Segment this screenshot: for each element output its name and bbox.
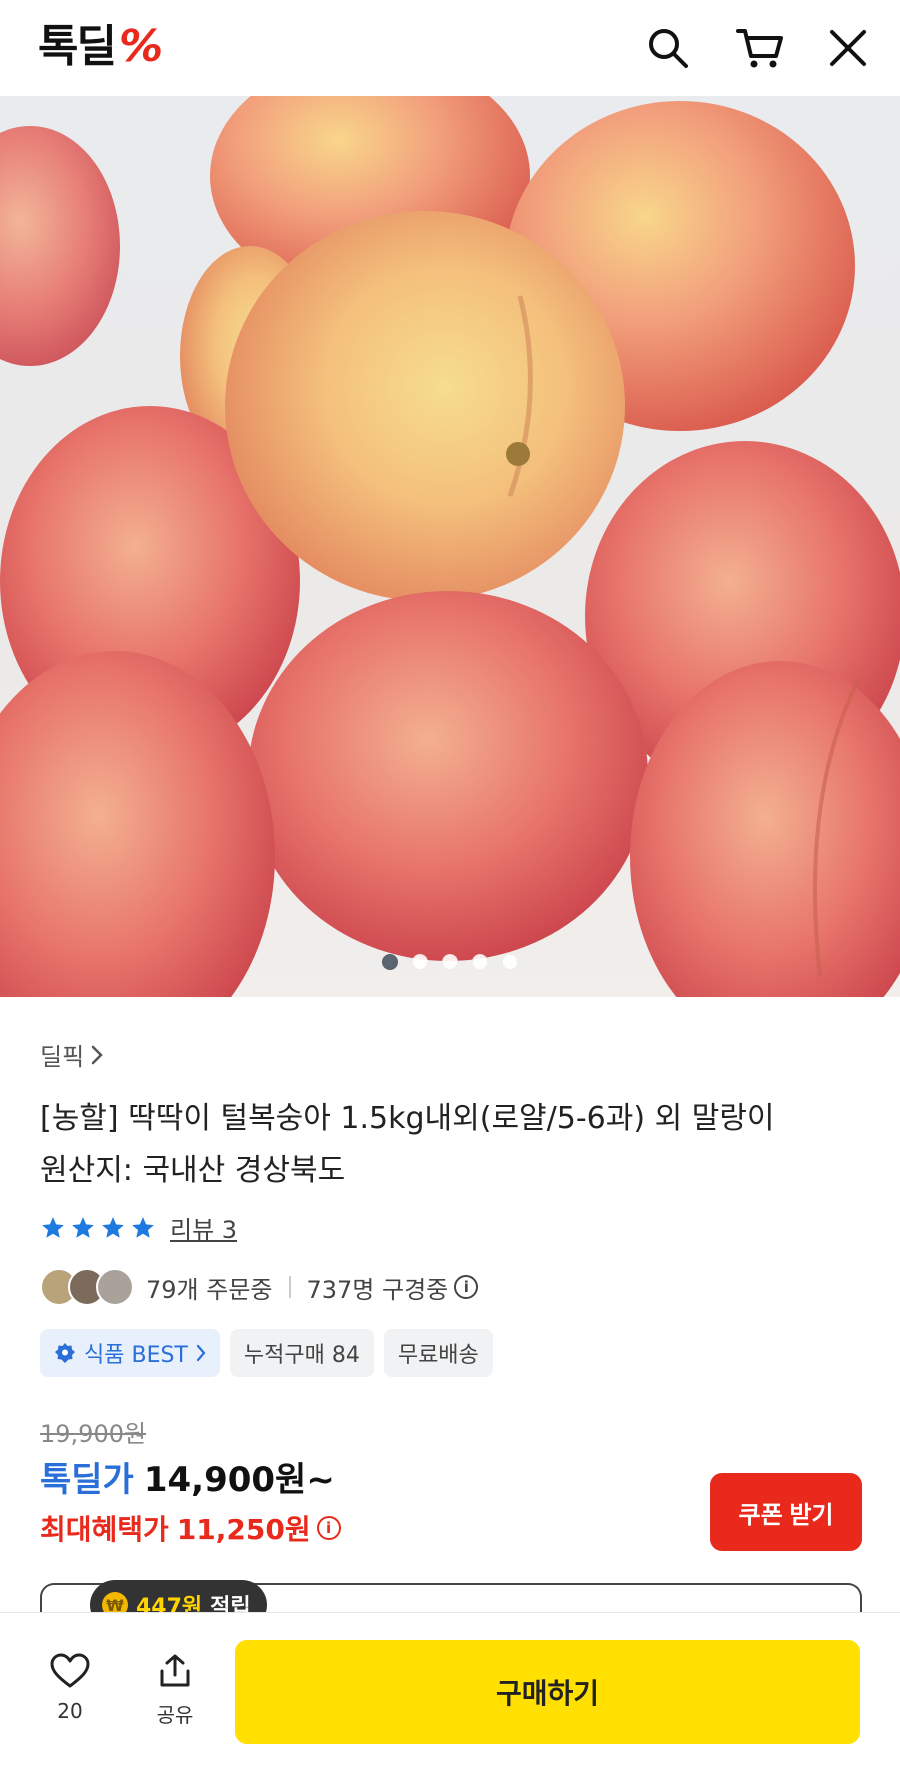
review-link[interactable]: 리뷰 3: [170, 1210, 237, 1245]
product-image-gallery[interactable]: [0, 96, 900, 997]
close-icon[interactable]: [824, 24, 872, 72]
share-label: 공유: [156, 1703, 194, 1727]
info-icon[interactable]: i: [454, 1275, 479, 1299]
brand-logo[interactable]: 톡딜 %: [38, 22, 163, 72]
product-origin: 원산지: 국내산 경상북도: [40, 1153, 346, 1188]
peach-photo: [0, 96, 900, 997]
orders-count: 79개 주문중: [146, 1275, 273, 1304]
like-count: 20: [57, 1699, 83, 1723]
gallery-dot[interactable]: [412, 954, 428, 970]
max-benefit-label: 최대혜택가: [40, 1513, 169, 1546]
free-shipping-tag: 무료배송: [383, 1329, 493, 1377]
category-link[interactable]: 딜픽: [40, 1037, 104, 1072]
gallery-dot[interactable]: [472, 954, 488, 970]
cumulative-purchase-tag: 누적구매 84: [229, 1329, 374, 1377]
category-label: 딜픽: [40, 1043, 85, 1071]
info-icon[interactable]: i: [316, 1516, 341, 1540]
product-title-line: [농할] 딱딱이 털복숭아 1.5kg내외(로얄/5-6과) 외 말랑이: [40, 1101, 775, 1136]
product-tags: 식품 BEST 누적구매 84 무료배송: [40, 1329, 493, 1377]
star-icon: [102, 1216, 124, 1238]
max-benefit-row: 최대혜택가 11,250원 i: [40, 1508, 341, 1548]
best-tag[interactable]: 식품 BEST: [40, 1329, 220, 1377]
buyer-avatars: [40, 1268, 134, 1306]
chevron-right-icon: [196, 1344, 206, 1362]
share-button[interactable]: 공유: [145, 1653, 205, 1728]
buy-button[interactable]: 구매하기: [235, 1640, 860, 1744]
like-button[interactable]: 20: [40, 1653, 100, 1723]
search-icon[interactable]: [644, 24, 692, 72]
gallery-pagination: [0, 954, 900, 970]
star-icon: [72, 1216, 94, 1238]
gallery-dot[interactable]: [382, 954, 398, 970]
original-price: 19,900원: [40, 1420, 147, 1448]
bottom-action-bar: 20 공유 구매하기: [0, 1612, 900, 1768]
app-header: 톡딜 %: [0, 0, 900, 96]
deal-price-label: 톡딜가: [40, 1460, 134, 1500]
gallery-dot[interactable]: [442, 954, 458, 970]
heart-icon: [50, 1653, 90, 1688]
best-tag-label: 식품 BEST: [84, 1343, 188, 1368]
max-benefit-price: 11,250원: [176, 1513, 311, 1546]
rating-row[interactable]: 리뷰 3: [40, 1210, 237, 1245]
star-icon: [132, 1216, 154, 1238]
viewers-count: 737명 구경중: [306, 1275, 449, 1304]
logo-percent-mark: %: [118, 21, 164, 72]
chevron-right-icon: [91, 1045, 103, 1064]
avatar: [96, 1268, 134, 1306]
badge-icon: [55, 1343, 75, 1363]
activity-stats: 79개 주문중 737명 구경중 i: [40, 1267, 479, 1307]
gallery-dot[interactable]: [502, 954, 518, 970]
star-icon: [42, 1216, 64, 1238]
coupon-button[interactable]: 쿠폰 받기: [710, 1473, 862, 1551]
cart-icon[interactable]: [736, 24, 784, 72]
deal-price: 14,900원~: [143, 1460, 335, 1500]
share-icon: [160, 1654, 190, 1687]
logo-text: 톡딜: [38, 21, 117, 72]
deal-price-row: 톡딜가 14,900원~: [40, 1452, 335, 1501]
product-title: [농할] 딱딱이 털복숭아 1.5kg내외(로얄/5-6과) 외 말랑이 원산지…: [40, 1093, 870, 1197]
divider: [288, 1276, 291, 1298]
